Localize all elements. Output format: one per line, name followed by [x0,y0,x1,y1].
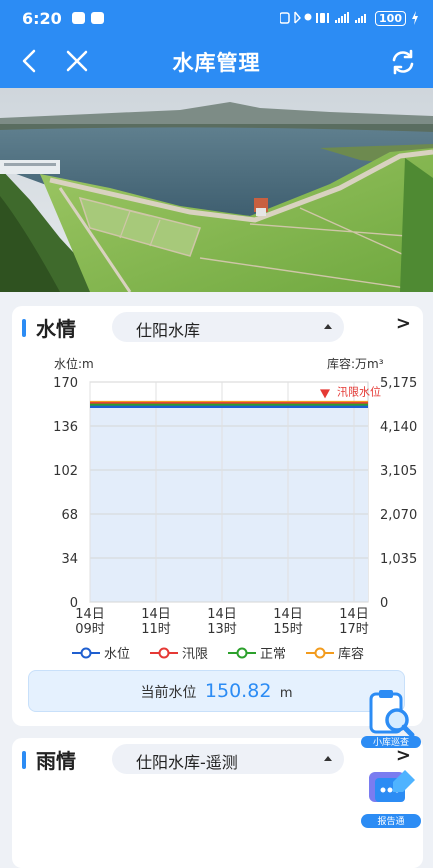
x-tick-label: 09时 [75,622,105,637]
battery-indicator: 100 [375,10,406,26]
x-tick-label: 11时 [141,622,171,637]
x-tick-label: 14日 [273,607,303,622]
inspection-icon: 小库巡查 [361,690,421,748]
y-tick-label: 102 [53,464,78,479]
y-axis-label: 水位:m [54,356,94,371]
y2-tick-label: 0 [380,596,388,611]
status-right: 100 [280,10,419,26]
x-tick-label: 14日 [75,607,105,622]
page-title: 水库管理 [172,51,261,75]
legend-marker-icon [306,647,335,658]
legend-label: 库容 [338,647,365,662]
flood-limit-label: 汛限水位 [337,384,381,398]
signal-icon [280,11,367,24]
reservoir-photo [0,88,433,292]
chart-legend: 水位 汛限 正常 库容 [72,643,364,662]
legend-item[interactable]: 水位 [72,643,130,662]
x-tick-label: 14日 [339,607,369,622]
caret-up-icon [324,324,332,329]
water-section-title: 水情 [36,317,76,341]
current-water-level: 当前水位 150.82 m [28,670,405,712]
status-time: 6:20 [22,8,62,28]
y2-tick-label: 4,140 [380,420,417,435]
legend-item[interactable]: 汛限 [150,643,208,662]
rain-section-title: 雨情 [36,749,76,773]
legend-item[interactable]: 库容 [306,643,364,662]
y2-tick-label: 1,035 [380,552,417,567]
section-accent-bar [22,319,26,337]
refresh-icon[interactable] [389,48,417,76]
y2-axis-label: 库容:万m³ [327,356,384,371]
y-tick-label: 34 [61,552,78,567]
x-tick-label: 13时 [207,622,237,637]
section-accent-bar [22,751,26,769]
notification-icons [71,12,104,24]
y-tick-label: 170 [53,376,78,391]
legend-item[interactable]: 正常 [228,643,286,662]
x-tick-label: 17时 [339,622,369,637]
inspection-button-label: 小库巡查 [373,736,409,748]
y2-tick-label: 2,070 [380,508,417,523]
nav-bar: 水库管理 [0,36,433,88]
report-float-button[interactable]: 报告通 [359,766,423,830]
legend-marker-icon [72,647,100,658]
water-level-chart: 水位:m 库容:万m³ 170 5,175 136 4,140 102 3,105 68 2,… [53,356,417,637]
report-button-label: 报告通 [377,815,404,827]
current-level-unit: m [279,686,293,701]
water-card: 水情 仕阳水库 > 水位:m 库容:万m³ 170 5,175 136 4,140 10… [12,306,423,726]
legend-label: 水位 [104,647,131,662]
current-level-label: 当前水位 [140,685,197,701]
y-tick-label: 136 [53,420,78,435]
y2-tick-label: 3,105 [380,464,417,479]
current-level-value: 150.82 [204,680,272,702]
reservoir-selector[interactable]: 仕阳水库 [112,312,344,342]
reservoir-selector-value: 仕阳水库 [136,321,201,340]
app-notification-icon [90,12,104,24]
x-tick-label: 14日 [141,607,171,622]
legend-marker-icon [150,647,179,658]
inspection-float-button[interactable]: 小库巡查 [359,686,423,750]
report-icon: 报告通 [361,770,421,828]
rain-station-selector[interactable]: 仕阳水库-遥测 [112,744,344,774]
message-icon [71,12,85,24]
legend-marker-icon [228,647,257,658]
status-bar: 6:20 100 [0,0,433,36]
water-section-header: 水情 仕阳水库 > [12,306,423,348]
y-tick-label: 68 [61,508,78,523]
caret-up-icon [324,756,332,761]
charging-icon [412,11,418,25]
rain-station-value: 仕阳水库-遥测 [136,753,238,772]
y2-tick-label: 5,175 [380,376,417,391]
legend-label: 汛限 [182,647,209,662]
x-tick-label: 15时 [273,622,303,637]
x-tick-label: 14日 [207,607,237,622]
legend-label: 正常 [260,647,287,662]
water-level-area [90,406,368,602]
water-more-button[interactable]: > [396,313,411,334]
